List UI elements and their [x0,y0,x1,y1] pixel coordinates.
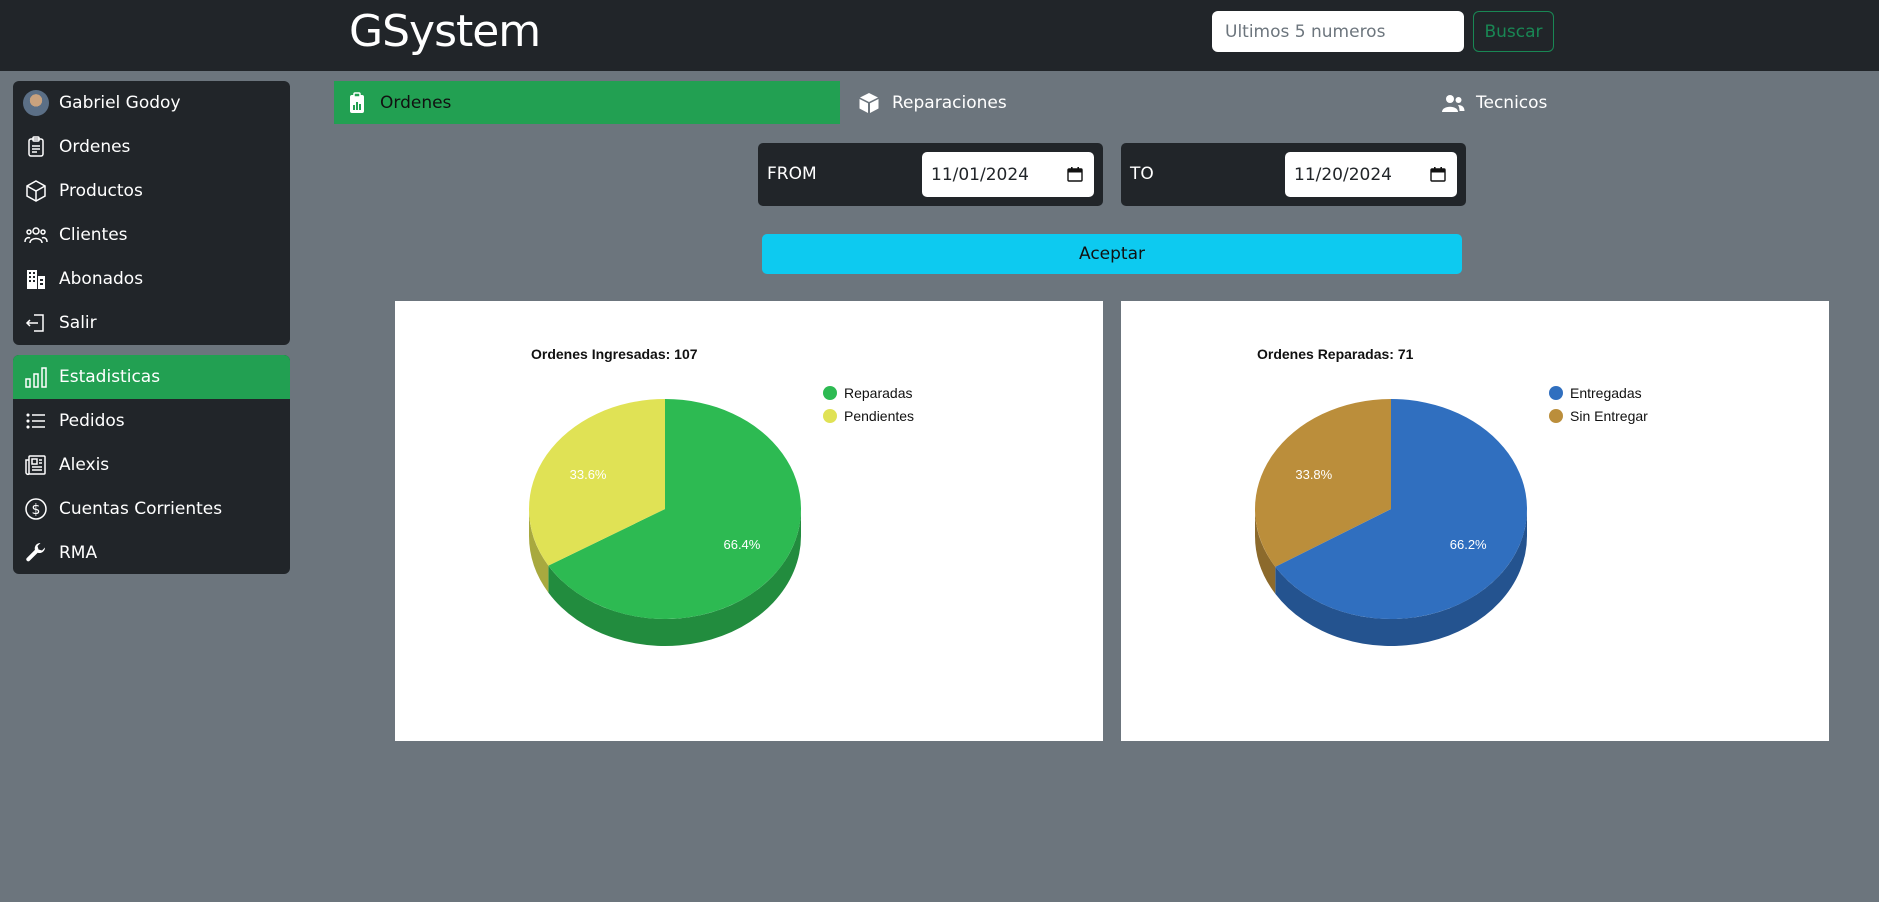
legend-entry: Sin Entregar [1570,408,1648,424]
slice-label: 33.8% [1295,467,1332,482]
sidebar-item-label: Alexis [59,455,110,475]
tab-label: Reparaciones [892,92,1007,113]
from-date-input[interactable]: 11/01/2024 [922,152,1094,197]
sidebar-item-salir[interactable]: Salir [13,301,290,345]
clipboard-data-icon [344,90,370,116]
wrench-icon [23,540,49,566]
top-navbar: GSystem Buscar [0,0,1879,71]
sidebar-item-label: Abonados [59,269,144,289]
sidebar-item-label: Cuentas Corrientes [59,499,223,519]
slice-label: 66.2% [1450,537,1487,552]
legend-entry: Entregadas [1570,385,1642,401]
legend-swatch [823,386,837,400]
legend-entry: Reparadas [844,385,913,401]
clipboard-icon [23,134,49,160]
legend-swatch [1549,386,1563,400]
legend-swatch [1549,409,1563,423]
sidebar-item-clientes[interactable]: Clientes [13,213,290,257]
sidebar-item-label: Productos [59,181,143,201]
sidebar-item-label: Salir [59,313,97,333]
chart-title: Ordenes Ingresadas: 107 [531,346,698,362]
people-icon [23,222,49,248]
chart-title: Ordenes Reparadas: 71 [1257,346,1414,362]
accept-button[interactable]: Aceptar [762,234,1462,274]
sidebar-item-cuentas-corrientes[interactable]: $ Cuentas Corrientes [13,487,290,531]
sidebar-item-ordenes[interactable]: Ordenes [13,125,290,169]
exit-icon [23,310,49,336]
slice-label: 66.4% [723,537,760,552]
building-icon [23,266,49,292]
sidebar-item-label: Ordenes [59,137,131,157]
sidebar-item-label: Estadisticas [59,367,161,387]
to-date-input[interactable]: 11/20/2024 [1285,152,1457,197]
sidebar-user-menu: Gabriel Godoy Ordenes Productos Clientes… [13,81,290,345]
brand-logo[interactable]: GSystem [349,4,541,60]
sidebar-item-abonados[interactable]: Abonados [13,257,290,301]
box-icon [23,178,49,204]
sidebar-item-alexis[interactable]: Alexis [13,443,290,487]
sidebar-item-label: RMA [59,543,98,563]
legend-swatch [823,409,837,423]
people-fill-icon [1440,90,1466,116]
sidebar-item-label: Pedidos [59,411,125,431]
search-button[interactable]: Buscar [1473,11,1554,52]
tab-tecnicos[interactable]: Tecnicos [1381,81,1879,124]
avatar [23,90,49,116]
bar-chart-icon [23,364,49,390]
calendar-icon[interactable] [1430,166,1446,182]
newspaper-icon [23,452,49,478]
chart-card-ordenes-reparadas: Ordenes Reparadas: 71 66.2% 33.8% Entregada… [1121,301,1829,741]
to-label: TO [1130,164,1154,184]
stats-tabs: Ordenes Reparaciones Tecnicos [334,81,1879,124]
calendar-icon[interactable] [1067,166,1083,182]
from-date-value: 11/01/2024 [931,164,1029,185]
chart-card-ordenes-ingresadas: Ordenes Ingresadas: 107 66.4% 33.6% Reparad… [395,301,1103,741]
sidebar-item-productos[interactable]: Productos [13,169,290,213]
currency-dollar-icon: $ [23,496,49,522]
legend-entry: Pendientes [844,408,914,424]
svg-text:$: $ [32,502,41,518]
from-date-group: FROM 11/01/2024 [758,143,1103,206]
tab-reparaciones[interactable]: Reparaciones [840,81,1381,124]
sidebar-item-rma[interactable]: RMA [13,531,290,574]
sidebar-item-label: Gabriel Godoy [59,93,181,113]
sidebar-main-menu: Estadisticas Pedidos Alexis $ Cuentas Co… [13,355,290,574]
sidebar-item-label: Clientes [59,225,128,245]
tab-ordenes[interactable]: Ordenes [334,81,840,124]
sidebar-item-pedidos[interactable]: Pedidos [13,399,290,443]
search-input[interactable] [1212,11,1464,52]
tab-label: Ordenes [380,92,452,113]
pie-chart-ordenes-ingresadas: Ordenes Ingresadas: 107 66.4% 33.6% Reparad… [529,346,914,646]
tab-label: Tecnicos [1476,92,1548,113]
sidebar-item-profile[interactable]: Gabriel Godoy [13,81,290,125]
sidebar-item-estadisticas[interactable]: Estadisticas [13,355,290,399]
to-date-value: 11/20/2024 [1294,164,1392,185]
list-icon [23,408,49,434]
slice-label: 33.6% [570,467,607,482]
from-label: FROM [767,164,817,184]
box-seam-icon [856,90,882,116]
to-date-group: TO 11/20/2024 [1121,143,1466,206]
pie-chart-ordenes-reparadas: Ordenes Reparadas: 71 66.2% 33.8% Entregada… [1255,346,1648,646]
